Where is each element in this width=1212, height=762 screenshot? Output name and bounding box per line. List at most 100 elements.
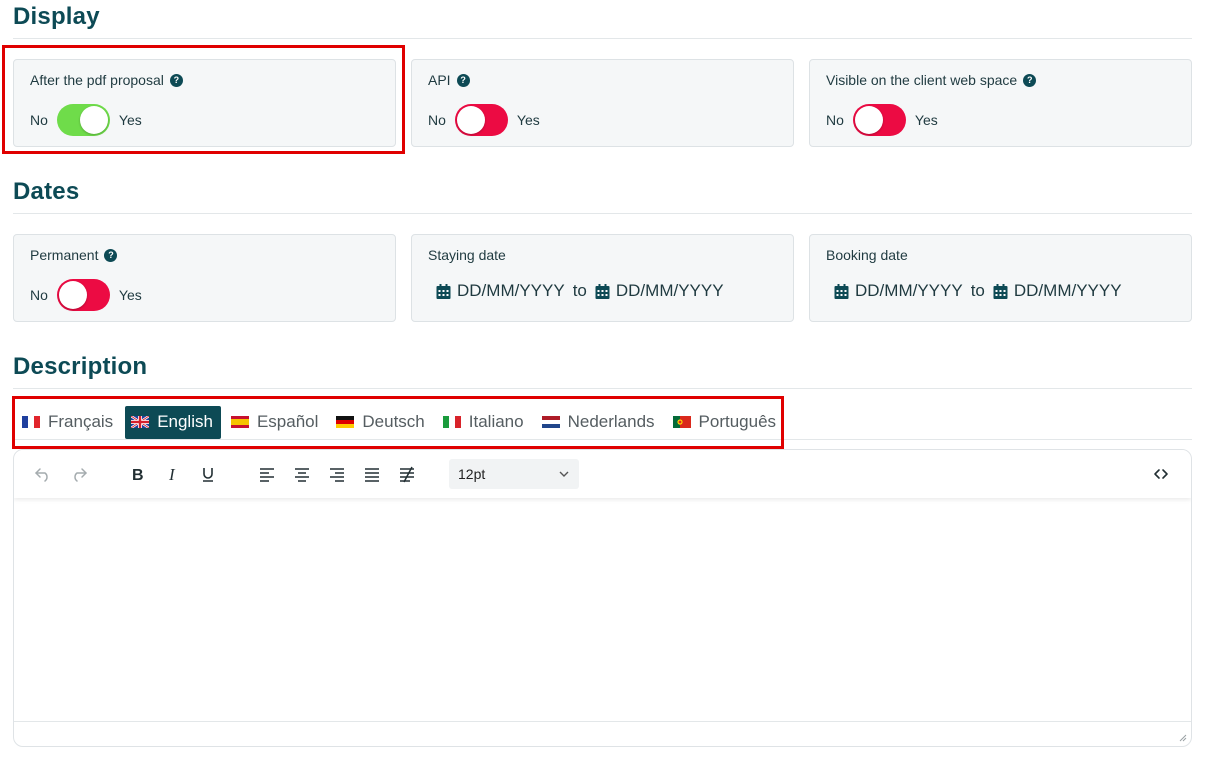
- permanent-toggle[interactable]: [56, 279, 110, 311]
- staying-date-label: Staying date: [428, 247, 506, 263]
- pdf-proposal-toggle[interactable]: [56, 104, 110, 136]
- font-size-select[interactable]: 12pt: [449, 459, 579, 489]
- tab-label: Español: [256, 412, 319, 431]
- tab-label: Italiano: [468, 412, 524, 431]
- align-right-button[interactable]: [325, 462, 349, 486]
- pdf-proposal-label-row: After the pdf proposal ?: [30, 72, 183, 88]
- booking-date-to-value: DD/MM/YYYY: [1013, 281, 1122, 300]
- tab-label: Français: [48, 412, 114, 431]
- client-web-space-card: Visible on the client web space ? No Yes: [809, 59, 1192, 147]
- api-label: API: [428, 72, 451, 88]
- align-right-icon: [330, 468, 344, 482]
- tab-label: Deutsch: [362, 412, 425, 431]
- bold-button[interactable]: B: [126, 462, 150, 486]
- flag-spain-icon: [230, 416, 249, 428]
- staying-date-from-value: DD/MM/YYYY: [457, 281, 565, 300]
- source-code-button[interactable]: [1149, 462, 1173, 486]
- source-code-icon: [1154, 469, 1168, 479]
- calendar-icon: [834, 283, 849, 299]
- toggle-yes-label: Yes: [516, 112, 540, 128]
- booking-date-label-row: Booking date: [826, 247, 908, 263]
- help-icon[interactable]: ?: [1023, 73, 1037, 87]
- align-left-button[interactable]: [255, 462, 279, 486]
- justify-button[interactable]: [360, 462, 384, 486]
- toggle-knob: [854, 106, 883, 134]
- help-icon[interactable]: ?: [104, 248, 118, 262]
- tab-francais[interactable]: Français: [16, 406, 121, 439]
- italic-button[interactable]: I: [161, 462, 185, 486]
- client-web-space-toggle[interactable]: [852, 104, 906, 136]
- booking-date-from[interactable]: DD/MM/YYYY: [834, 281, 963, 301]
- bold-icon: B: [132, 467, 144, 483]
- toggle-knob: [456, 106, 485, 134]
- undo-button[interactable]: [31, 462, 55, 486]
- rich-text-editor: B I 12pt: [13, 449, 1192, 747]
- booking-date-label: Booking date: [826, 247, 908, 263]
- permanent-toggle-row: No Yes: [30, 279, 142, 311]
- toggle-no-label: No: [30, 112, 48, 128]
- flag-uk-icon: [131, 416, 150, 428]
- staying-date-to[interactable]: DD/MM/YYYY: [595, 281, 724, 301]
- underline-button[interactable]: [196, 462, 220, 486]
- calendar-icon: [595, 283, 610, 299]
- redo-button[interactable]: [67, 462, 91, 486]
- staying-date-to-value: DD/MM/YYYY: [615, 281, 724, 300]
- align-center-button[interactable]: [290, 462, 314, 486]
- staying-date-card: Staying date DD/MM/YYYY to DD/MM/YYYY: [411, 234, 794, 322]
- redo-icon: [74, 468, 87, 482]
- booking-date-range: DD/MM/YYYY to DD/MM/YYYY: [834, 281, 1122, 301]
- tab-label: Português: [698, 412, 777, 431]
- font-size-value: 12pt: [458, 466, 486, 482]
- flag-netherlands-icon: [541, 416, 560, 428]
- tab-italiano[interactable]: Italiano: [437, 406, 532, 439]
- editor-content-area[interactable]: [14, 498, 1191, 722]
- tab-english[interactable]: English: [125, 405, 221, 439]
- help-icon[interactable]: ?: [169, 73, 183, 87]
- calendar-icon: [436, 283, 451, 299]
- staying-date-range: DD/MM/YYYY to DD/MM/YYYY: [436, 281, 724, 301]
- editor-toolbar: B I 12pt: [14, 450, 1191, 498]
- section-title-description: Description: [13, 353, 148, 380]
- undo-icon: [35, 468, 48, 482]
- language-tabs: Français English Español Deutsch Italian…: [16, 405, 784, 439]
- tab-label: Nederlands: [567, 412, 655, 431]
- api-card: API ? No Yes: [411, 59, 794, 147]
- clear-format-button[interactable]: [395, 462, 419, 486]
- align-left-icon: [260, 468, 274, 482]
- editor-status-bar: [14, 721, 1191, 746]
- toggle-no-label: No: [826, 112, 844, 128]
- tab-nederlands[interactable]: Nederlands: [536, 406, 663, 439]
- svg-text:B: B: [132, 467, 144, 483]
- toggle-knob: [58, 281, 87, 309]
- booking-date-to[interactable]: DD/MM/YYYY: [993, 281, 1122, 301]
- tab-deutsch[interactable]: Deutsch: [330, 406, 432, 439]
- api-toggle-row: No Yes: [428, 104, 540, 136]
- tab-label: English: [157, 412, 213, 431]
- toggle-yes-label: Yes: [118, 287, 142, 303]
- clear-format-icon: [400, 466, 414, 483]
- underline-icon: [203, 468, 213, 482]
- resize-handle-icon[interactable]: [1177, 732, 1187, 742]
- toggle-knob: [79, 106, 108, 134]
- date-range-separator: to: [572, 281, 587, 300]
- staying-date-from[interactable]: DD/MM/YYYY: [436, 281, 565, 301]
- toggle-yes-label: Yes: [914, 112, 938, 128]
- tab-espanol[interactable]: Español: [225, 406, 326, 439]
- svg-text:I: I: [168, 465, 176, 483]
- staying-date-label-row: Staying date: [428, 247, 506, 263]
- flag-germany-icon: [336, 416, 355, 428]
- section-divider: [13, 388, 1192, 389]
- tab-portugues[interactable]: Português: [667, 406, 785, 439]
- api-toggle[interactable]: [454, 104, 508, 136]
- help-icon[interactable]: ?: [456, 73, 470, 87]
- chevron-down-icon: [559, 471, 569, 477]
- toggle-no-label: No: [428, 112, 446, 128]
- booking-date-card: Booking date DD/MM/YYYY to DD/MM/YYYY: [809, 234, 1192, 322]
- tabs-divider: [13, 439, 1192, 440]
- pdf-proposal-toggle-row: No Yes: [30, 104, 142, 136]
- flag-portugal-icon: [672, 416, 691, 428]
- section-divider: [13, 213, 1192, 214]
- italic-icon: I: [168, 465, 176, 483]
- booking-date-from-value: DD/MM/YYYY: [855, 281, 963, 300]
- pdf-proposal-label: After the pdf proposal: [30, 72, 164, 88]
